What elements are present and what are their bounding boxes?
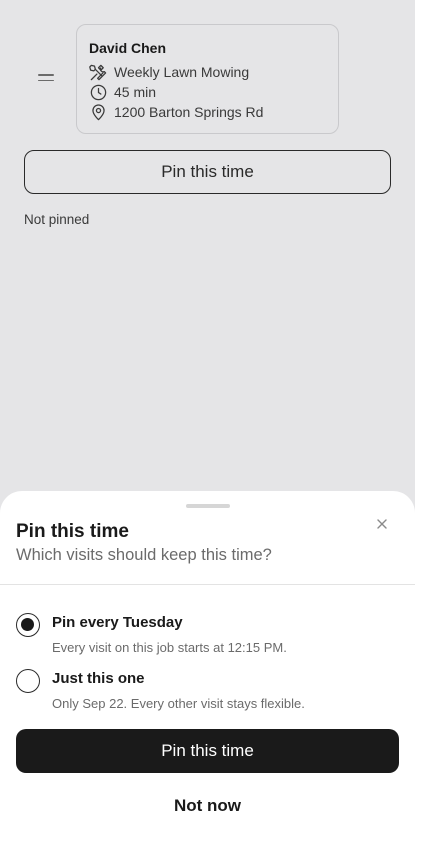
- job-card[interactable]: David Chen Weekly Lawn Mowing 45 min 120…: [76, 24, 339, 134]
- duration-row: 45 min: [89, 82, 326, 102]
- sheet-subtitle: Which visits should keep this time?: [16, 546, 272, 564]
- radio-selected[interactable]: [16, 613, 40, 637]
- radio-unselected[interactable]: [16, 669, 40, 693]
- address-row: 1200 Barton Springs Rd: [89, 102, 326, 122]
- option-description: Every visit on this job starts at 12:15 …: [52, 640, 287, 655]
- map-pin-icon: [92, 103, 105, 120]
- drag-handle-icon[interactable]: [38, 74, 54, 84]
- pin-status: Not pinned: [24, 212, 90, 227]
- sheet-grabber[interactable]: [186, 504, 230, 508]
- address-text: 1200 Barton Springs Rd: [114, 104, 264, 120]
- pin-bottom-sheet: Pin this time Which visits should keep t…: [0, 491, 415, 845]
- screen-edge: [415, 0, 430, 845]
- service-row: Weekly Lawn Mowing: [89, 62, 326, 82]
- not-now-button[interactable]: Not now: [16, 786, 399, 826]
- option-pin-every-tuesday[interactable]: Pin every Tuesday Every visit on this jo…: [16, 611, 396, 659]
- clock-icon: [90, 84, 107, 100]
- option-label: Just this one: [52, 670, 145, 687]
- confirm-pin-button[interactable]: Pin this time: [16, 729, 399, 773]
- duration-text: 45 min: [114, 84, 157, 100]
- close-icon[interactable]: [375, 517, 389, 531]
- option-just-this-one[interactable]: Just this one Only Sep 22. Every other v…: [16, 667, 396, 715]
- service-text: Weekly Lawn Mowing: [114, 64, 250, 80]
- option-label: Pin every Tuesday: [52, 614, 183, 631]
- client-name: David Chen: [89, 40, 167, 56]
- divider: [0, 584, 415, 585]
- sheet-title: Pin this time: [16, 521, 129, 542]
- pin-time-button[interactable]: Pin this time: [24, 150, 391, 194]
- option-description: Only Sep 22. Every other visit stays fle…: [52, 696, 305, 711]
- tools-icon: [89, 64, 107, 80]
